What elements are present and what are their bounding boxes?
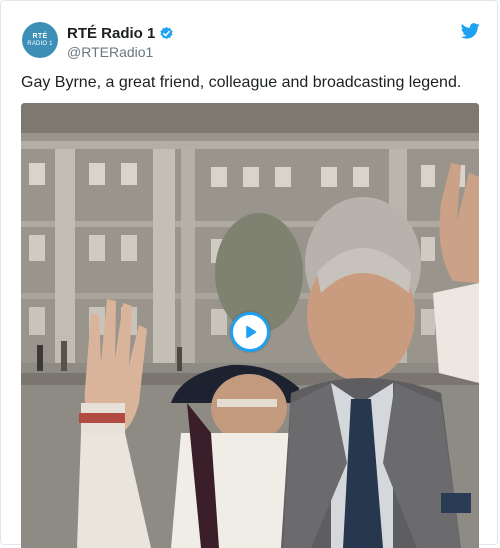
avatar[interactable]: RTÉ RADIO 1 <box>22 22 58 58</box>
play-icon <box>246 325 257 339</box>
play-button[interactable] <box>230 312 270 352</box>
tweet-text: Gay Byrne, a great friend, colleague and… <box>21 74 462 91</box>
display-name[interactable]: RTÉ Radio 1 <box>67 25 155 42</box>
verified-badge-icon <box>159 26 174 41</box>
account-names: RTÉ Radio 1 @RTERadio1 <box>67 23 174 60</box>
display-name-row: RTÉ Radio 1 <box>67 23 174 43</box>
video-player[interactable] <box>21 103 479 548</box>
tweet-header: RTÉ RADIO 1 RTÉ Radio 1 @RTERadio1 <box>21 21 481 61</box>
avatar-logo-line1: RTÉ <box>32 33 48 40</box>
account-handle[interactable]: @RTERadio1 <box>67 44 174 60</box>
twitter-bird-icon[interactable] <box>460 23 480 39</box>
avatar-logo-line2: RADIO 1 <box>27 41 53 47</box>
tweet-card[interactable]: RTÉ RADIO 1 RTÉ Radio 1 @RTERadio1 Gay B… <box>0 0 498 548</box>
